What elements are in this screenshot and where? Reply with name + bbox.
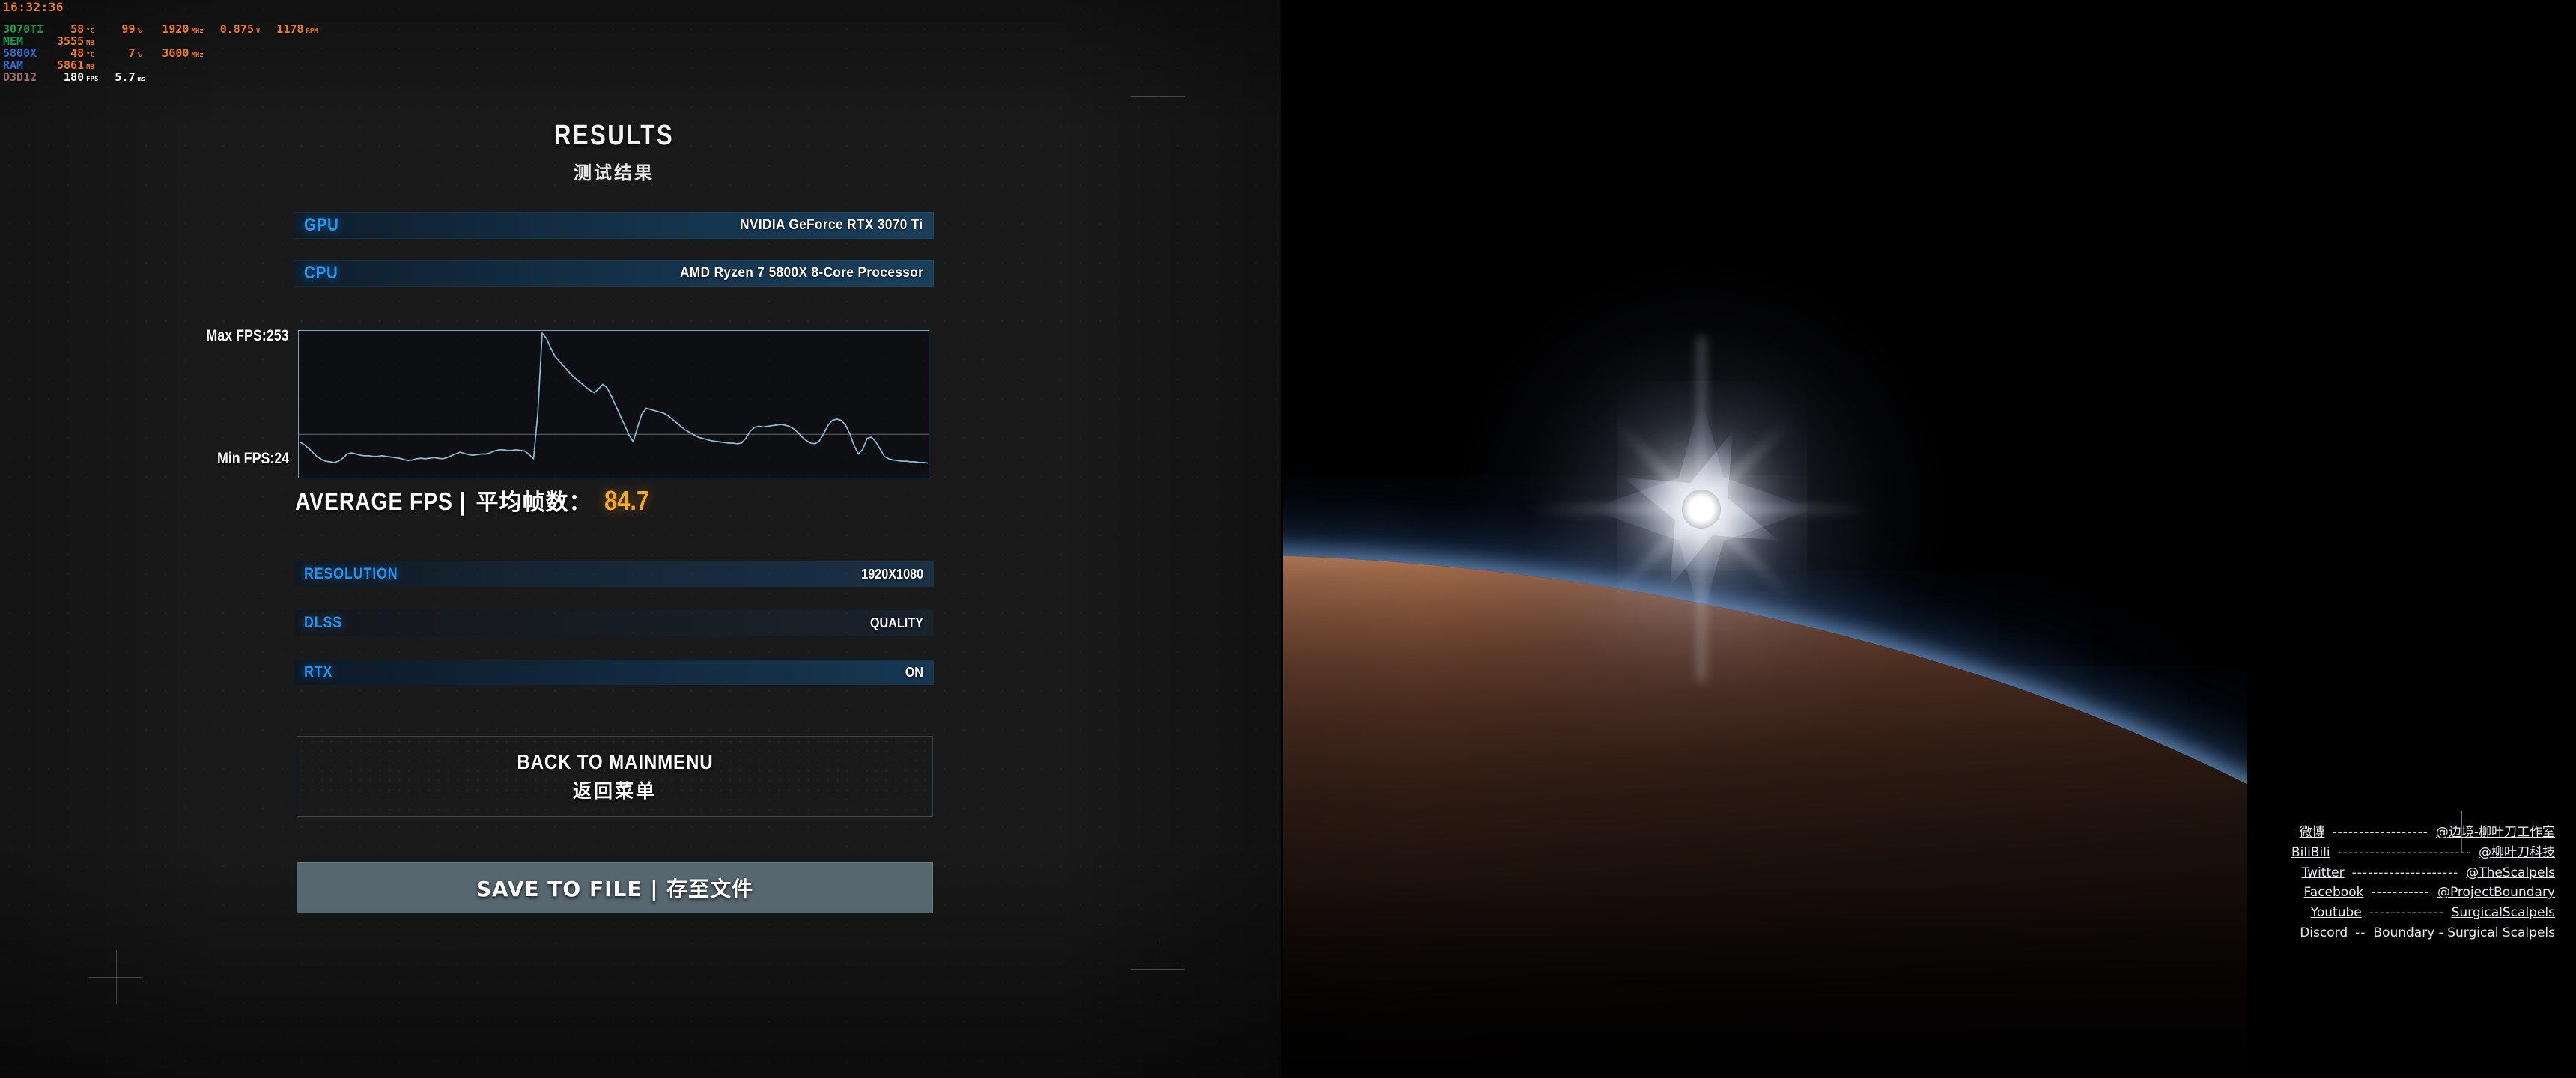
osd-row-label: D3D12 [3, 70, 37, 84]
save-to-file-button[interactable]: SAVE TO FILE | 存至文件 [297, 862, 933, 913]
social-link-row[interactable]: BiliBili ------------------------- @柳叶刀科技 [2291, 843, 2555, 863]
social-platform-name: 微博 [2299, 824, 2325, 840]
osd-row: 3070TI 58 °C 99% 1920 MHz 0.875 V 1178 RPM [3, 24, 335, 36]
setting-value-resolution: 1920X1080 [861, 566, 923, 582]
average-fps-label-en: AVERAGE FPS | [295, 487, 467, 515]
social-dash-separator: -------------- [2369, 905, 2444, 921]
osd-metric-value: 99 [121, 22, 136, 36]
spec-row-gpu: GPU NVIDIA GeForce RTX 3070 Ti [294, 212, 934, 239]
social-dash-separator: -------------------- [2351, 865, 2459, 880]
social-link-row[interactable]: Facebook ----------- @ProjectBoundary [2291, 883, 2555, 903]
social-dash-separator: -- [2355, 925, 2366, 941]
setting-label-dlss: DLSS [304, 614, 343, 631]
osd-metric-unit: V [255, 28, 261, 35]
social-dash-separator: ------------------------- [2337, 844, 2471, 860]
osd-metric-unit: MHz [191, 52, 204, 59]
social-link-row[interactable]: 微博 ------------------ @边境-柳叶刀工作室 [2291, 823, 2555, 843]
osd-metric-value: 5.7 [115, 70, 136, 84]
page-title-en: RESULTS [553, 120, 675, 151]
osd-row: D3D12 180 FPS 5.7 ms [3, 72, 335, 84]
social-link-row[interactable]: Youtube -------------- SurgicalScalpels [2291, 903, 2555, 923]
social-handle: SurgicalScalpels [2451, 905, 2555, 921]
osd-metric-value: 1178 [276, 22, 304, 36]
fps-min-label: Min FPS:24 [216, 450, 289, 467]
setting-row-dlss: DLSS QUALITY [294, 610, 934, 636]
fps-max-label: Max FPS:253 [206, 327, 289, 344]
social-dash-separator: ------------------ [2332, 824, 2428, 840]
average-fps-label-cn: 平均帧数： [476, 490, 592, 516]
page-title-cn: 测试结果 [574, 162, 654, 183]
setting-label-rtx: RTX [304, 663, 333, 680]
social-link-row[interactable]: Twitter -------------------- @TheScalpels [2291, 863, 2555, 883]
osd-metric-value: 1920 [162, 22, 189, 36]
osd-metric-value: 3600 [162, 46, 189, 60]
back-to-mainmenu-button[interactable]: BACK TO MAINMENU 返回菜单 [297, 736, 933, 817]
osd-metric-unit: °C [86, 28, 94, 35]
page-title: RESULTS 测试结果 [0, 120, 1228, 184]
hardware-monitor-overlay: 16:32:36 3070TI 58 °C 99% 1920 MHz 0.875 V 1178 R… [3, 1, 335, 84]
social-handle: Boundary - Surgical Scalpels [2373, 925, 2555, 941]
fps-graph-plot [298, 332, 929, 464]
osd-metric-unit: ms [137, 76, 146, 83]
social-link-row[interactable]: Discord -- Boundary - Surgical Scalpels [2291, 923, 2555, 943]
sun-core [1682, 490, 1721, 529]
average-fps-value: 84.7 [604, 485, 649, 516]
spec-value-gpu: NVIDIA GeForce RTX 3070 Ti [740, 217, 923, 233]
social-links: 微博 ------------------ @边境-柳叶刀工作室 BiliBili --… [2291, 823, 2555, 943]
save-button-label: SAVE TO FILE | 存至文件 [476, 877, 754, 901]
social-handle: @TheScalpels [2466, 865, 2555, 880]
back-button-label-en: BACK TO MAINMENU [516, 749, 714, 773]
spec-row-cpu: CPU AMD Ryzen 7 5800X 8-Core Processor [294, 260, 934, 287]
social-platform-name: Discord [2300, 925, 2348, 941]
osd-metric-value: 7 [128, 46, 136, 60]
osd-metric-unit: MB [86, 40, 94, 47]
osd-metric-unit: % [137, 52, 142, 59]
osd-stats-table: 3070TI 58 °C 99% 1920 MHz 0.875 V 1178 RPM MEM 3555… [3, 24, 335, 84]
results-content: RESULTS 测试结果 GPU NVIDIA GeForce RTX 3070… [0, 0, 1283, 1078]
social-dash-separator: ----------- [2371, 885, 2430, 901]
setting-row-rtx: RTX ON [294, 660, 934, 685]
spec-label-cpu: CPU [304, 263, 338, 283]
osd-metric-unit: FPS [86, 76, 99, 83]
setting-row-resolution: RESOLUTION 1920X1080 [294, 561, 934, 587]
average-fps-row: AVERAGE FPS | 平均帧数： 84.7 [295, 484, 657, 517]
social-handle: @ProjectBoundary [2437, 885, 2555, 901]
osd-clock: 16:32:36 [3, 0, 64, 14]
spec-value-cpu: AMD Ryzen 7 5800X 8-Core Processor [679, 265, 923, 281]
social-platform-name: Twitter [2301, 865, 2345, 880]
setting-value-dlss: QUALITY [869, 615, 923, 630]
setting-label-resolution: RESOLUTION [304, 565, 398, 582]
app-root: RESULTS 测试结果 GPU NVIDIA GeForce RTX 3070… [0, 0, 2576, 1078]
social-platform-name: Youtube [2310, 905, 2362, 921]
social-platform-name: Facebook [2303, 885, 2364, 901]
setting-value-rtx: ON [905, 664, 923, 680]
osd-metric-unit: MHz [191, 28, 204, 35]
osd-metric-unit: MB [86, 64, 94, 71]
fps-line-series [299, 332, 929, 464]
osd-row: RAM 5861 MB [3, 60, 335, 72]
fps-graph: Max FPS:253 Min FPS:24 [207, 327, 929, 478]
social-handle: @柳叶刀科技 [2479, 844, 2555, 860]
back-button-label-cn: 返回菜单 [572, 779, 657, 802]
social-handle: @边境-柳叶刀工作室 [2435, 824, 2555, 840]
social-platform-name: BiliBili [2291, 844, 2330, 860]
osd-metric-unit: % [137, 28, 142, 35]
osd-metric-unit: RPM [306, 28, 318, 35]
osd-metric-unit: °C [86, 52, 94, 59]
osd-metric-value: 180 [64, 70, 85, 84]
osd-metric-value: 0.875 [219, 22, 254, 36]
osd-row: 5800X 48 °C 7% 3600 MHz [3, 48, 335, 60]
spec-label-gpu: GPU [304, 215, 339, 235]
